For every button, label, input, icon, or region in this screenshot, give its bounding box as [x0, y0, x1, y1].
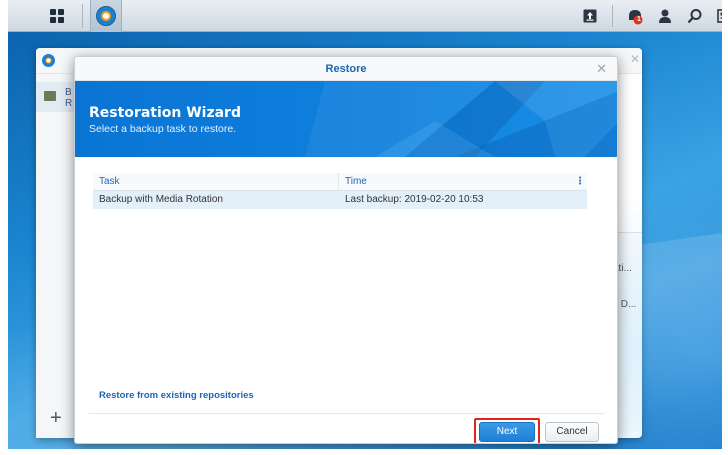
taskbar-separator	[612, 5, 613, 27]
hyper-backup-icon	[96, 6, 116, 26]
close-icon[interactable]: ✕	[630, 52, 640, 66]
next-button[interactable]: Next	[479, 422, 535, 442]
restore-from-existing-repositories-link[interactable]: Restore from existing repositories	[99, 390, 254, 401]
user-button[interactable]	[653, 4, 677, 28]
wizard-banner: Restoration Wizard Select a backup task …	[75, 81, 617, 157]
dialog-title: Restore	[325, 63, 367, 75]
main-menu-button[interactable]	[40, 0, 74, 32]
taskbar: 1	[8, 0, 722, 32]
notifications-button[interactable]: 1	[623, 4, 647, 28]
backup-task-table: Task Time ⋮ Backup with Media Rotation L…	[93, 173, 587, 395]
user-icon	[659, 9, 671, 23]
table-row[interactable]: Backup with Media Rotation Last backup: …	[93, 191, 587, 209]
column-menu-icon[interactable]: ⋮	[573, 173, 587, 190]
backup-task-icon	[44, 91, 56, 101]
upload-icon	[583, 9, 597, 23]
column-header-time[interactable]: Time	[339, 173, 573, 190]
wizard-subtitle: Select a backup task to restore.	[89, 123, 237, 135]
cancel-button[interactable]: Cancel	[545, 422, 599, 442]
column-header-task[interactable]: Task	[93, 173, 339, 190]
row-last-backup-time: Last backup: 2019-02-20 10:53	[345, 194, 484, 205]
dialog-titlebar: Restore ✕	[75, 57, 617, 81]
notification-count-badge: 1	[637, 16, 641, 23]
search-button[interactable]	[683, 4, 707, 28]
table-header: Task Time ⋮	[93, 173, 587, 191]
desktop: 1 ✕ B R + ati... l: D... Restore ✕ Resto…	[8, 0, 722, 449]
taskbar-app-hyper-backup[interactable]	[90, 0, 122, 32]
restore-dialog: Restore ✕ Restoration Wizard Select a ba…	[74, 56, 618, 444]
close-icon[interactable]: ✕	[596, 57, 607, 81]
notifications-icon	[629, 10, 643, 25]
dialog-footer-divider	[89, 413, 605, 414]
wizard-title: Restoration Wizard	[89, 105, 241, 121]
hyper-backup-icon	[42, 54, 55, 67]
taskbar-right-tray: 1	[578, 0, 722, 32]
upload-button[interactable]	[578, 4, 602, 28]
row-task-name: Backup with Media Rotation	[99, 194, 223, 205]
sidebar-item-label: B R	[65, 87, 73, 109]
grid-apps-icon	[50, 9, 64, 23]
widgets-button[interactable]	[713, 4, 722, 28]
widgets-icon	[717, 9, 722, 23]
search-icon	[687, 9, 702, 24]
add-task-button[interactable]: +	[50, 407, 62, 430]
taskbar-separator	[82, 4, 83, 28]
